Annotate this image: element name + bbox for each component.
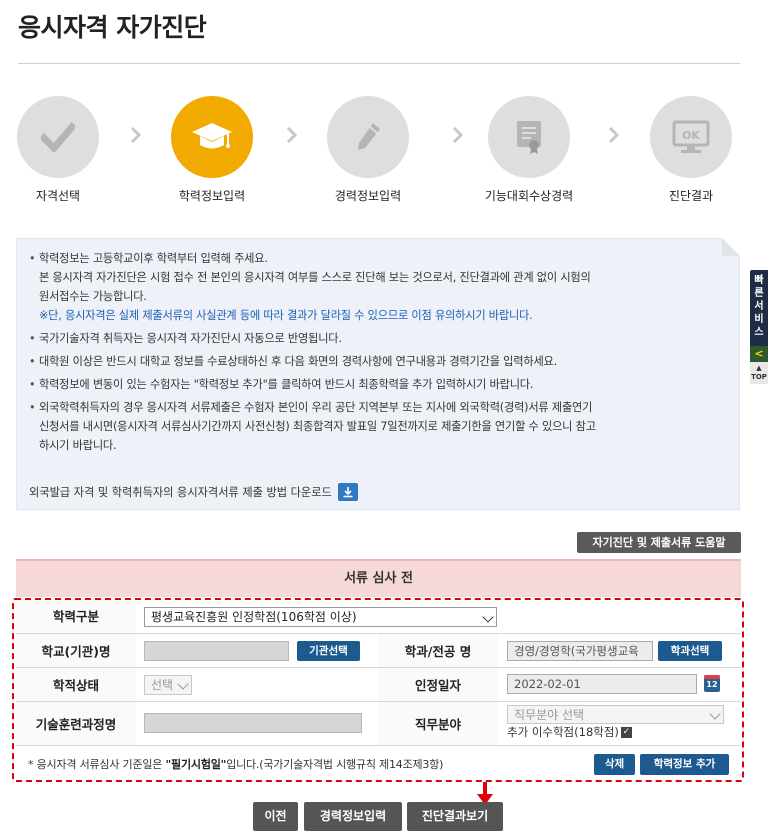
add-education-button[interactable]: 학력정보 추가 <box>640 754 729 775</box>
quick-service-label: 빠른서비스 <box>754 275 764 338</box>
step-skills-competition[interactable]: 기능대회수상경력 <box>459 96 599 204</box>
step-label: 자격선택 <box>35 189 81 203</box>
title-divider <box>18 63 740 64</box>
delete-button[interactable]: 삭제 <box>594 754 635 775</box>
notice-item: 학력정보에 변동이 있는 수험자는 "학력정보 추가"를 클릭하여 반드시 최종… <box>29 375 719 394</box>
step-progress: 자격선택 학력정보입력 경력정보입력 기능대회수상경력 OK 진단결과 <box>0 96 768 206</box>
download-text: 외국발급 자격 및 학력취득자의 응시자격서류 제출 방법 다운로드 <box>29 486 332 499</box>
step-label: 경력정보입력 <box>334 189 402 203</box>
download-icon[interactable] <box>337 483 358 501</box>
notice-item: 대학원 이상은 반드시 대학교 정보를 수료상태하신 후 다음 화면의 경력사항… <box>29 352 719 371</box>
page-title: 응시자격 자가진단 <box>18 13 207 42</box>
graduation-cap-icon <box>192 123 232 149</box>
step-qualification-select[interactable]: 자격선택 <box>0 96 128 204</box>
side-collapse-button[interactable]: < <box>750 346 768 362</box>
step-label: 학력정보입력 <box>178 189 246 203</box>
pencil-icon <box>358 123 380 150</box>
help-button[interactable]: 자기진단 및 제출서류 도움말 <box>577 532 741 553</box>
download-row: 외국발급 자격 및 학력취득자의 응시자격서류 제출 방법 다운로드 <box>29 483 358 501</box>
notice-box: 학력정보는 고등학교이후 학력부터 입력해 주세요. 본 응시자격 자가진단은 … <box>16 238 740 510</box>
step-career-input[interactable]: 경력정보입력 <box>298 96 438 204</box>
chevron-right-icon <box>608 126 620 144</box>
view-result-button[interactable]: 진단결과보기 <box>407 802 503 831</box>
svg-text:OK: OK <box>682 129 700 142</box>
step-education-input[interactable]: 학력정보입력 <box>142 96 282 204</box>
career-input-button[interactable]: 경력정보입력 <box>304 802 402 831</box>
notice-list: 학력정보는 고등학교이후 학력부터 입력해 주세요. 본 응시자격 자가진단은 … <box>29 249 719 459</box>
step-label: 기능대회수상경력 <box>484 189 574 203</box>
top-label: TOP <box>751 373 767 381</box>
notice-item: 외국학력취득자의 경우 응시자격 서류제출은 수험자 본인이 우리 공단 지역본… <box>29 398 719 455</box>
checkmark-icon <box>41 122 75 152</box>
table-header: 서류 심사 전 <box>16 559 741 597</box>
monitor-ok-icon: OK <box>672 120 710 153</box>
footnote: * 응시자격 서류심사 기준일은 "필기시험일"입니다.(국가기술자격법 시행규… <box>28 758 444 771</box>
scroll-top-button[interactable]: ▲ TOP <box>750 362 768 384</box>
step-diagnosis-result[interactable]: OK 진단결과 <box>621 96 761 204</box>
notice-item: 학력정보는 고등학교이후 학력부터 입력해 주세요. 본 응시자격 자가진단은 … <box>29 249 719 325</box>
certificate-icon <box>517 121 541 154</box>
notice-item: 국가기술자격 취득자는 응시자격 자가진단시 자동으로 반영됩니다. <box>29 329 719 348</box>
step-label: 진단결과 <box>668 189 714 203</box>
notice-warning: ※단, 응시자격은 실제 제출서류의 사실관계 등에 따라 결과가 달라질 수 … <box>39 309 533 322</box>
prev-button[interactable]: 이전 <box>253 802 298 831</box>
